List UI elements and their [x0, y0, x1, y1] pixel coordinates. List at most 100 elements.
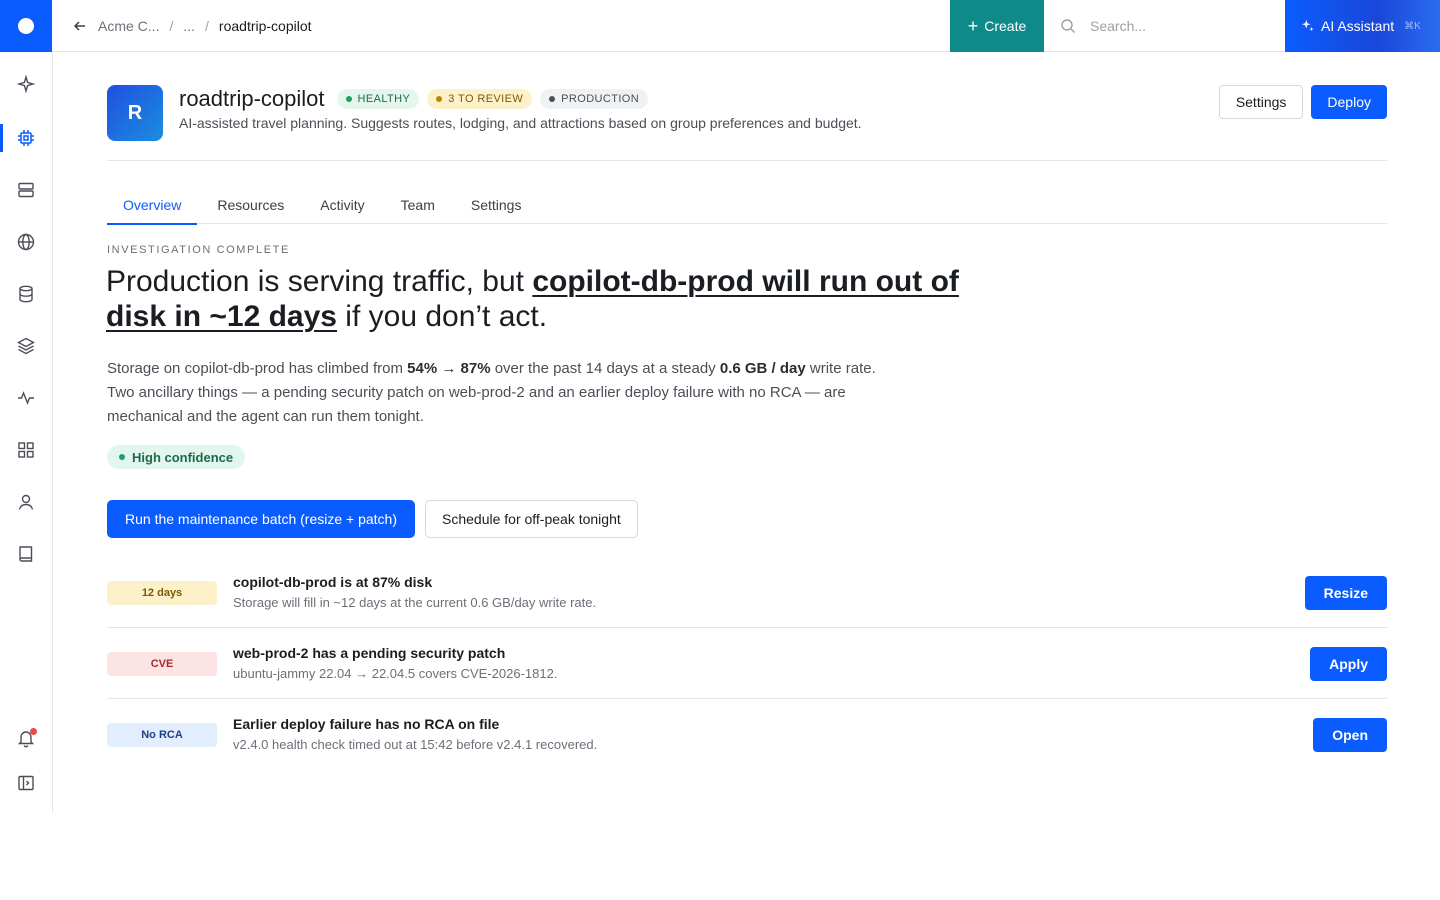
resize-button[interactable]: Resize: [1304, 576, 1387, 610]
settings-button[interactable]: Settings: [1218, 85, 1304, 119]
investigation-eyebrow: INVESTIGATION COMPLETE: [107, 244, 290, 256]
ai-assistant-label: AI Assistant: [1321, 18, 1395, 34]
environment-badge: PRODUCTION: [540, 89, 649, 109]
nav-network[interactable]: [0, 222, 52, 262]
issue-title: Earlier deploy failure has no RCA on fil…: [233, 716, 500, 732]
nav-users[interactable]: [0, 482, 52, 522]
sparkle-icon: [16, 74, 36, 94]
status-dot: [549, 96, 556, 102]
issue-pill: No RCA: [107, 723, 217, 747]
nav-sparkle[interactable]: [0, 64, 52, 104]
status-dot: [119, 454, 125, 460]
list-item: 12 days copilot-db-prod is at 87% disk S…: [107, 557, 1387, 628]
nav-projects[interactable]: [0, 118, 52, 158]
search-icon: [1061, 19, 1075, 33]
book-icon: [19, 546, 33, 562]
nav-apps[interactable]: [0, 430, 52, 470]
list-item: No RCA Earlier deploy failure has no RCA…: [107, 699, 1387, 770]
schedule-offpeak-button[interactable]: Schedule for off-peak tonight: [425, 500, 638, 538]
summary-write-rate: 0.6 GB / day: [719, 360, 806, 377]
breadcrumb: Acme C... / ... / roadtrip-copilot: [72, 0, 312, 52]
nav-databases[interactable]: [0, 274, 52, 314]
database-icon: [19, 285, 33, 303]
back-arrow-icon[interactable]: [72, 18, 88, 34]
summary-text: over the past 14 days at a steady: [490, 360, 720, 377]
top-bar: Acme C... / ... / roadtrip-copilot + Cre…: [0, 0, 1440, 52]
logo-icon: [18, 18, 34, 34]
layers-icon: [17, 337, 35, 355]
breadcrumb-separator: /: [205, 18, 209, 34]
issue-pill: CVE: [107, 652, 217, 676]
health-badge-label: HEALTHY: [357, 93, 411, 105]
tab-resources[interactable]: Resources: [201, 185, 300, 224]
cta-row: Run the maintenance batch (resize + patc…: [107, 500, 638, 538]
issue-subtitle: v2.4.0 health check timed out at 15:42 b…: [233, 737, 598, 752]
nav-docs[interactable]: [0, 534, 52, 574]
globe-icon: [17, 233, 35, 251]
main-content: R roadtrip-copilot HEALTHY 3 TO REVIEW P…: [53, 52, 1440, 813]
health-badge: HEALTHY: [336, 89, 420, 109]
header-actions: Settings Deploy: [1218, 85, 1387, 119]
ai-assistant-button[interactable]: AI Assistant ⌘K: [1285, 0, 1440, 52]
issue-subtitle: ubuntu-jammy 22.04 → 22.04.5 covers CVE-…: [233, 666, 558, 681]
user-icon: [18, 494, 34, 510]
project-header: R roadtrip-copilot HEALTHY 3 TO REVIEW P…: [107, 85, 1387, 161]
grid-icon: [18, 442, 34, 458]
notification-dot: [30, 728, 37, 735]
status-dot: [345, 96, 352, 102]
issue-subtitle: Storage will fill in ~12 days at the cur…: [233, 595, 597, 610]
project-description: AI-assisted travel planning. Suggests ro…: [179, 115, 862, 131]
review-badge[interactable]: 3 TO REVIEW: [427, 89, 533, 109]
confidence-badge: High confidence: [107, 445, 246, 469]
open-button[interactable]: Open: [1313, 718, 1387, 752]
environment-badge-label: PRODUCTION: [561, 93, 640, 105]
breadcrumb-ellipsis[interactable]: ...: [183, 18, 195, 34]
search-bar: [1044, 0, 1285, 52]
investigation-headline: Production is serving traffic, but copil…: [106, 264, 1006, 334]
plus-icon: +: [967, 16, 979, 36]
review-badge-label: 3 TO REVIEW: [448, 93, 524, 105]
headline-lead: Production is serving traffic, but: [106, 265, 533, 298]
issue-title: copilot-db-prod is at 87% disk: [233, 574, 433, 590]
tab-settings[interactable]: Settings: [455, 185, 538, 224]
nav-servers[interactable]: [0, 170, 52, 210]
search-input[interactable]: [1090, 18, 1260, 34]
investigation-summary: Storage on copilot-db-prod has climbed f…: [107, 357, 887, 429]
sparkle-icon: [1301, 19, 1314, 32]
summary-text: Storage on copilot-db-prod has climbed f…: [107, 360, 408, 377]
create-label: Create: [984, 18, 1027, 34]
breadcrumb-separator: /: [169, 18, 174, 34]
tab-overview[interactable]: Overview: [107, 185, 198, 225]
issue-title: web-prod-2 has a pending security patch: [233, 645, 506, 661]
tab-team[interactable]: Team: [385, 185, 451, 224]
nav-monitoring[interactable]: [0, 378, 52, 418]
tab-bar: Overview Resources Activity Team Setting…: [107, 185, 1387, 225]
summary-disk-growth: 54% → 87%: [407, 360, 491, 377]
create-button[interactable]: + Create: [950, 0, 1044, 52]
chip-icon: [18, 130, 34, 146]
project-name: roadtrip-copilot: [179, 86, 325, 111]
issue-list: 12 days copilot-db-prod is at 87% disk S…: [107, 557, 1387, 770]
server-icon: [18, 182, 34, 198]
deploy-button[interactable]: Deploy: [1311, 85, 1387, 119]
activity-icon: [18, 391, 34, 405]
apply-button[interactable]: Apply: [1310, 647, 1387, 681]
headline-tail: if you don’t act.: [336, 300, 548, 333]
project-avatar: R: [107, 85, 163, 141]
left-nav-rail: [0, 52, 53, 813]
run-maintenance-button[interactable]: Run the maintenance batch (resize + patc…: [107, 500, 415, 538]
issue-pill: 12 days: [107, 581, 217, 605]
keyboard-shortcut: ⌘K: [1404, 20, 1421, 32]
list-item: CVE web-prod-2 has a pending security pa…: [107, 628, 1387, 699]
project-title-row: roadtrip-copilot HEALTHY 3 TO REVIEW PRO…: [179, 85, 649, 113]
tab-activity[interactable]: Activity: [304, 185, 380, 224]
nav-layers[interactable]: [0, 326, 52, 366]
home-logo[interactable]: [0, 0, 52, 52]
breadcrumb-current: roadtrip-copilot: [218, 18, 312, 34]
breadcrumb-org[interactable]: Acme C...: [98, 18, 159, 34]
nav-collapse[interactable]: [0, 763, 52, 803]
confidence-label: High confidence: [132, 449, 234, 465]
nav-notifications[interactable]: [0, 718, 52, 758]
panel-toggle-icon: [18, 775, 34, 791]
status-dot: [436, 96, 443, 102]
